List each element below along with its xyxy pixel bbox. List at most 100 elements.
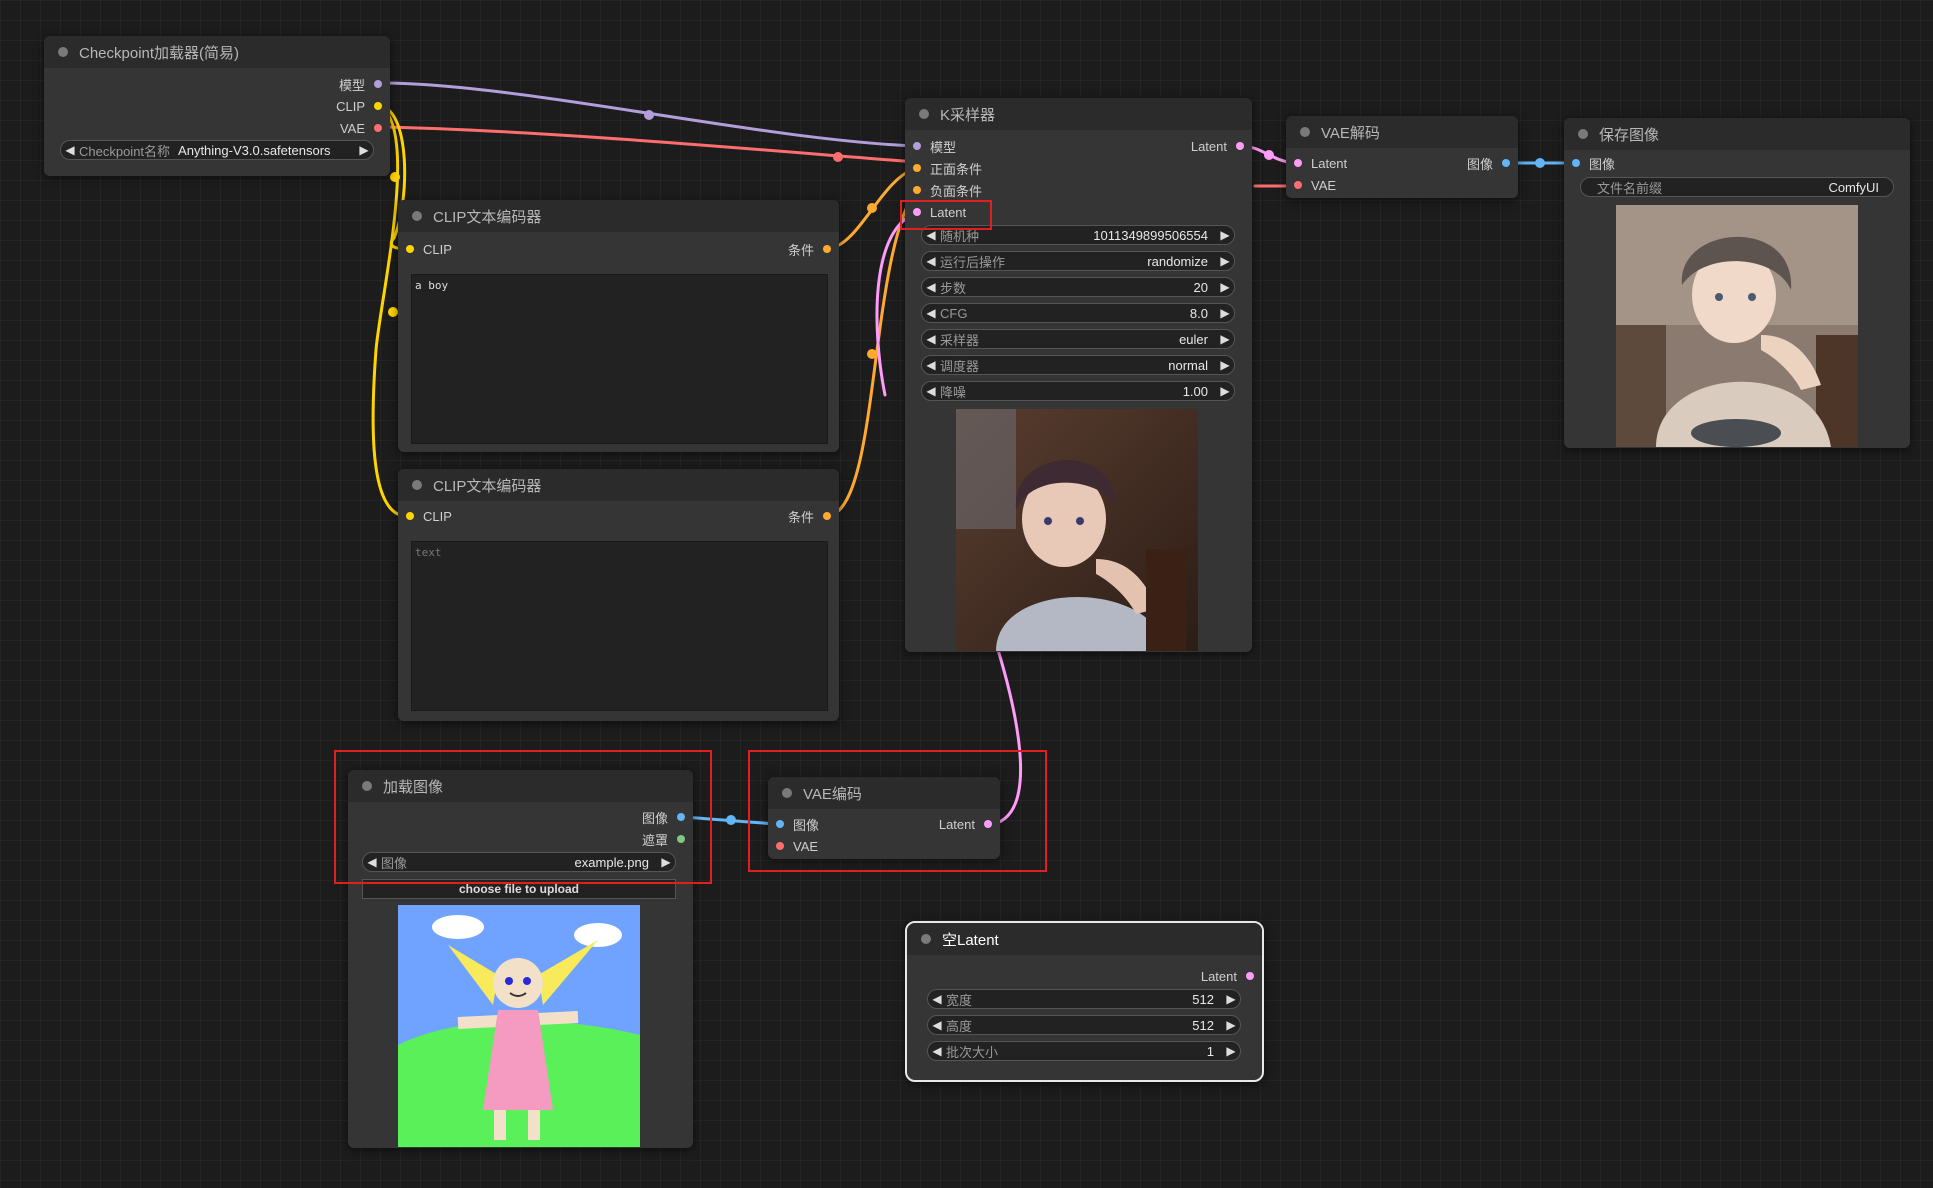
slot-dot-icon[interactable]	[1502, 159, 1510, 167]
collapse-dot-icon[interactable]	[1578, 129, 1588, 139]
arrow-left-icon[interactable]: ◀	[928, 1044, 946, 1058]
save-image-node[interactable]: 保存图像 图像 文件名前缀 ComfyUI	[1564, 118, 1910, 448]
slot-dot-icon[interactable]	[1294, 181, 1302, 189]
input-slot-vae[interactable]: VAE	[1286, 175, 1336, 195]
output-slot-latent[interactable]: Latent	[1201, 966, 1262, 986]
slot-dot-icon[interactable]	[406, 512, 414, 520]
denoise-number-widget[interactable]: ◀ 降噪 1.00 ▶	[921, 381, 1235, 401]
collapse-dot-icon[interactable]	[412, 480, 422, 490]
slot-dot-icon[interactable]	[406, 245, 414, 253]
node-title-bar[interactable]: VAE编码	[768, 777, 1000, 809]
input-slot-latent[interactable]: Latent	[905, 202, 966, 222]
arrow-right-icon[interactable]: ▶	[1216, 384, 1234, 398]
sampler-combo[interactable]: ◀ 采样器 euler ▶	[921, 329, 1235, 349]
vae-decode-node[interactable]: VAE解码 Latent VAE 图像	[1286, 116, 1518, 198]
node-title-bar[interactable]: 加载图像	[348, 770, 693, 802]
input-slot-image[interactable]: 图像	[1564, 153, 1615, 173]
output-slot-vae[interactable]: VAE	[340, 118, 390, 138]
slot-dot-icon[interactable]	[374, 80, 382, 88]
collapse-dot-icon[interactable]	[782, 788, 792, 798]
output-slot-model[interactable]: 模型	[339, 74, 390, 94]
ksampler-node[interactable]: K采样器 模型 正面条件 负面条件 Latent Latent ◀ 随机种 10…	[905, 98, 1252, 652]
control-after-generate-combo[interactable]: ◀ 运行后操作 randomize ▶	[921, 251, 1235, 271]
vae-encode-node[interactable]: VAE编码 图像 VAE Latent	[768, 777, 1000, 859]
collapse-dot-icon[interactable]	[921, 934, 931, 944]
arrow-left-icon[interactable]: ◀	[928, 1018, 946, 1032]
node-title-bar[interactable]: CLIP文本编码器	[398, 200, 839, 232]
slot-dot-icon[interactable]	[913, 208, 921, 216]
output-slot-latent[interactable]: Latent	[1191, 136, 1252, 156]
arrow-left-icon[interactable]: ◀	[922, 280, 940, 294]
scheduler-combo[interactable]: ◀ 调度器 normal ▶	[921, 355, 1235, 375]
output-slot-image[interactable]: 图像	[642, 807, 693, 827]
input-slot-image[interactable]: 图像	[768, 814, 819, 834]
checkpoint-name-combo[interactable]: ◀ Checkpoint名称 Anything-V3.0.safetensors…	[60, 140, 374, 160]
slot-dot-icon[interactable]	[913, 186, 921, 194]
collapse-dot-icon[interactable]	[412, 211, 422, 221]
input-slot-negative[interactable]: 负面条件	[905, 180, 982, 200]
arrow-right-icon[interactable]: ▶	[1222, 1018, 1240, 1032]
slot-dot-icon[interactable]	[984, 820, 992, 828]
empty-latent-node[interactable]: 空Latent Latent ◀ 宽度 512 ▶ ◀ 高度 512 ▶ ◀ 批…	[905, 921, 1264, 1082]
prompt-textarea[interactable]: a boy	[411, 274, 828, 444]
node-title-bar[interactable]: VAE解码	[1286, 116, 1518, 148]
input-slot-clip[interactable]: CLIP	[398, 239, 452, 259]
output-slot-latent[interactable]: Latent	[939, 814, 1000, 834]
arrow-right-icon[interactable]: ▶	[1222, 1044, 1240, 1058]
arrow-left-icon[interactable]: ◀	[922, 358, 940, 372]
output-slot-conditioning[interactable]: 条件	[788, 239, 839, 259]
collapse-dot-icon[interactable]	[919, 109, 929, 119]
arrow-right-icon[interactable]: ▶	[1222, 992, 1240, 1006]
slot-dot-icon[interactable]	[374, 124, 382, 132]
arrow-left-icon[interactable]: ◀	[922, 228, 940, 242]
arrow-left-icon[interactable]: ◀	[922, 332, 940, 346]
arrow-right-icon[interactable]: ▶	[355, 143, 373, 157]
width-number-widget[interactable]: ◀ 宽度 512 ▶	[927, 989, 1241, 1009]
image-file-combo[interactable]: ◀ 图像 example.png ▶	[362, 852, 676, 872]
arrow-right-icon[interactable]: ▶	[1216, 306, 1234, 320]
arrow-left-icon[interactable]: ◀	[922, 384, 940, 398]
collapse-dot-icon[interactable]	[58, 47, 68, 57]
arrow-left-icon[interactable]: ◀	[61, 143, 79, 157]
batch-size-number-widget[interactable]: ◀ 批次大小 1 ▶	[927, 1041, 1241, 1061]
slot-dot-icon[interactable]	[677, 835, 685, 843]
output-slot-clip[interactable]: CLIP	[336, 96, 390, 116]
node-title-bar[interactable]: 空Latent	[907, 923, 1262, 955]
filename-prefix-text-widget[interactable]: 文件名前缀 ComfyUI	[1580, 177, 1894, 197]
slot-dot-icon[interactable]	[1246, 972, 1254, 980]
input-slot-vae[interactable]: VAE	[768, 836, 818, 856]
output-slot-image[interactable]: 图像	[1467, 153, 1518, 173]
node-title-bar[interactable]: 保存图像	[1564, 118, 1910, 150]
slot-dot-icon[interactable]	[823, 245, 831, 253]
arrow-right-icon[interactable]: ▶	[1216, 358, 1234, 372]
slot-dot-icon[interactable]	[1572, 159, 1580, 167]
input-slot-model[interactable]: 模型	[905, 136, 956, 156]
slot-dot-icon[interactable]	[374, 102, 382, 110]
height-number-widget[interactable]: ◀ 高度 512 ▶	[927, 1015, 1241, 1035]
prompt-textarea[interactable]: text	[411, 541, 828, 711]
arrow-right-icon[interactable]: ▶	[1216, 228, 1234, 242]
clip-text-encode-positive-node[interactable]: CLIP文本编码器 CLIP 条件 a boy	[398, 200, 839, 452]
load-image-node[interactable]: 加载图像 图像 遮罩 ◀ 图像 example.png ▶ choose fil…	[348, 770, 693, 1148]
clip-text-encode-negative-node[interactable]: CLIP文本编码器 CLIP 条件 text	[398, 469, 839, 721]
node-title-bar[interactable]: K采样器	[905, 98, 1252, 130]
input-slot-clip[interactable]: CLIP	[398, 506, 452, 526]
output-slot-mask[interactable]: 遮罩	[642, 829, 693, 849]
node-title-bar[interactable]: Checkpoint加载器(简易)	[44, 36, 390, 68]
slot-dot-icon[interactable]	[913, 164, 921, 172]
slot-dot-icon[interactable]	[1294, 159, 1302, 167]
slot-dot-icon[interactable]	[677, 813, 685, 821]
collapse-dot-icon[interactable]	[1300, 127, 1310, 137]
input-slot-latent[interactable]: Latent	[1286, 153, 1347, 173]
arrow-left-icon[interactable]: ◀	[928, 992, 946, 1006]
arrow-right-icon[interactable]: ▶	[657, 855, 675, 869]
cfg-number-widget[interactable]: ◀ CFG 8.0 ▶	[921, 303, 1235, 323]
arrow-right-icon[interactable]: ▶	[1216, 254, 1234, 268]
choose-file-upload-button[interactable]: choose file to upload	[362, 879, 676, 899]
node-title-bar[interactable]: CLIP文本编码器	[398, 469, 839, 501]
seed-number-widget[interactable]: ◀ 随机种 1011349899506554 ▶	[921, 225, 1235, 245]
checkpoint-loader-node[interactable]: Checkpoint加载器(简易) 模型 CLIP VAE ◀ Checkpoi…	[44, 36, 390, 176]
arrow-right-icon[interactable]: ▶	[1216, 280, 1234, 294]
arrow-left-icon[interactable]: ◀	[922, 254, 940, 268]
arrow-left-icon[interactable]: ◀	[363, 855, 381, 869]
